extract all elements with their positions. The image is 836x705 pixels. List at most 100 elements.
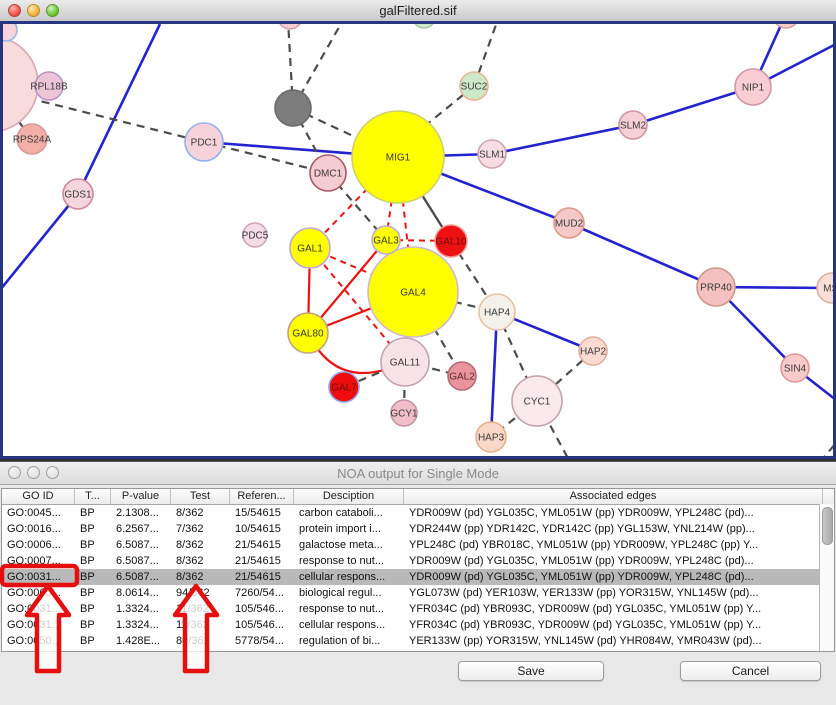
cell-p_value[interactable]: 6.2567... (111, 521, 171, 537)
cell-edges[interactable]: YDR009W (pd) YGL035C, YML051W (pp) YDR00… (404, 553, 823, 569)
node-circle-unlabeled[interactable] (278, 24, 302, 29)
cell-go_id[interactable]: GO:0045... (2, 505, 75, 521)
cell-test[interactable]: 8/362 (171, 553, 230, 569)
edge-blue[interactable] (492, 125, 633, 154)
cell-go_id[interactable]: GO:0065... (2, 585, 75, 601)
node-mud2[interactable]: MUD2 (554, 208, 584, 238)
network-canvas[interactable]: RPL18BRPS24AGDS1PDC1PDC5DMC1MIG1SUC2NIP1… (0, 21, 836, 459)
cell-go_id[interactable]: GO:0031... (2, 569, 75, 585)
node-circle-unlabeled[interactable] (275, 90, 311, 126)
table-row-5[interactable]: GO:0031...BP6.5087...8/36221/54615cellul… (2, 569, 823, 585)
node-prp40[interactable]: PRP40 (697, 268, 735, 306)
node-circle-unlabeled[interactable] (773, 24, 799, 28)
cell-edges[interactable]: YER133W (pp) YOR315W, YNL145W (pd) YHR08… (404, 633, 823, 649)
node-gal11[interactable]: GAL11 (381, 338, 429, 386)
column-header-test[interactable]: Test (171, 489, 230, 504)
node-gal80[interactable]: GAL80 (288, 313, 328, 353)
cell-edges[interactable]: YFR034C (pd) YBR093C, YDR009W (pd) YGL03… (404, 601, 823, 617)
edge-blue[interactable] (633, 87, 753, 125)
column-header-description[interactable]: Desciption (294, 489, 404, 504)
table-row-9[interactable]: GO:0050...BP1.428E...80/3625778/54...reg… (2, 633, 823, 649)
node-gal4[interactable]: GAL4 (368, 247, 458, 337)
cell-type[interactable]: BP (75, 505, 111, 521)
cell-test[interactable]: 11/362 (171, 601, 230, 617)
node-hap3[interactable]: HAP3 (476, 422, 506, 452)
cell-description[interactable]: carbon cataboli... (294, 505, 404, 521)
cell-reference[interactable]: 105/546... (230, 617, 294, 633)
table-row-8[interactable]: GO:0031...BP1.3324...11/362105/546...cel… (2, 617, 823, 633)
cell-test[interactable]: 7/362 (171, 521, 230, 537)
node-gal1[interactable]: GAL1 (290, 228, 330, 268)
cell-go_id[interactable]: GO:0006... (2, 537, 75, 553)
vertical-scrollbar[interactable] (819, 504, 834, 651)
table-row-7[interactable]: GO:0031...BP1.3324...11/362105/546...res… (2, 601, 823, 617)
node-dmc1[interactable]: DMC1 (310, 155, 346, 191)
table-row-3[interactable]: GO:0006...BP6.5087...8/36221/54615galact… (2, 537, 823, 553)
cell-reference[interactable]: 21/54615 (230, 537, 294, 553)
node-circle-unlabeled[interactable] (413, 24, 435, 28)
cancel-button[interactable]: Cancel (680, 661, 821, 681)
cell-reference[interactable]: 10/54615 (230, 521, 294, 537)
cell-edges[interactable]: YDR244W (pp) YDR142C, YDR142C (pp) YGL15… (404, 521, 823, 537)
cell-reference[interactable]: 5778/54... (230, 633, 294, 649)
node-unlabeled[interactable] (413, 24, 435, 28)
cell-edges[interactable]: YGL073W (pd) YER103W, YER133W (pp) YOR31… (404, 585, 823, 601)
node-unlabeled[interactable] (773, 24, 799, 28)
cell-p_value[interactable]: 8.0614... (111, 585, 171, 601)
scrollbar-thumb[interactable] (822, 507, 833, 545)
cell-description[interactable]: biological regul... (294, 585, 404, 601)
cell-p_value[interactable]: 2.1308... (111, 505, 171, 521)
save-button[interactable]: Save (458, 661, 604, 681)
cell-test[interactable]: 94/362 (171, 585, 230, 601)
edge-blue[interactable] (78, 24, 160, 194)
cell-test[interactable]: 8/362 (171, 537, 230, 553)
cell-go_id[interactable]: GO:0031... (2, 601, 75, 617)
node-slm2[interactable]: SLM2 (619, 111, 647, 139)
node-gal3[interactable]: GAL3 (372, 226, 400, 254)
cell-type[interactable]: BP (75, 601, 111, 617)
cell-edges[interactable]: YPL248C (pd) YBR018C, YML051W (pp) YDR00… (404, 537, 823, 553)
cell-p_value[interactable]: 1.3324... (111, 617, 171, 633)
node-sin4[interactable]: SIN4 (781, 354, 809, 382)
node-mig1[interactable]: MIG1 (352, 111, 444, 203)
node-pdc5[interactable]: PDC5 (242, 223, 269, 247)
node-unlabeled[interactable] (3, 24, 17, 41)
node-gal7[interactable]: GAL7 (329, 372, 359, 402)
cell-type[interactable]: BP (75, 553, 111, 569)
cell-type[interactable]: BP (75, 521, 111, 537)
cell-type[interactable]: BP (75, 569, 111, 585)
node-msi[interactable]: MSI (817, 273, 833, 303)
node-slm1[interactable]: SLM1 (478, 140, 506, 168)
cell-description[interactable]: response to nut... (294, 601, 404, 617)
cell-type[interactable]: BP (75, 585, 111, 601)
cell-p_value[interactable]: 6.5087... (111, 553, 171, 569)
cell-p_value[interactable]: 6.5087... (111, 569, 171, 585)
cell-test[interactable]: 80/362 (171, 633, 230, 649)
cell-reference[interactable]: 7260/54... (230, 585, 294, 601)
cell-p_value[interactable]: 1.3324... (111, 601, 171, 617)
cell-test[interactable]: 8/362 (171, 505, 230, 521)
node-hap4[interactable]: HAP4 (479, 294, 515, 330)
cell-description[interactable]: response to nut... (294, 553, 404, 569)
cell-test[interactable]: 11/362 (171, 617, 230, 633)
column-header-go_id[interactable]: GO ID (2, 489, 75, 504)
network-window-titlebar[interactable]: galFiltered.sif (0, 0, 836, 22)
cell-edges[interactable]: YDR009W (pd) YGL035C, YML051W (pp) YDR00… (404, 505, 823, 521)
edge-blue[interactable] (569, 223, 716, 287)
cell-type[interactable]: BP (75, 617, 111, 633)
edge-gray-dash[interactable] (820, 443, 833, 459)
node-gal10[interactable]: GAL10 (435, 225, 467, 257)
cell-go_id[interactable]: GO:0031... (2, 617, 75, 633)
cell-p_value[interactable]: 6.5087... (111, 537, 171, 553)
node-gds1[interactable]: GDS1 (63, 179, 93, 209)
cell-edges[interactable]: YDR009W (pd) YGL035C, YML051W (pp) YDR00… (404, 569, 823, 585)
cell-description[interactable]: galactose meta... (294, 537, 404, 553)
cell-description[interactable]: protein import i... (294, 521, 404, 537)
node-rps24a[interactable]: RPS24A (13, 124, 52, 154)
column-header-edges[interactable]: Associated edges (404, 489, 823, 504)
column-header-p_value[interactable]: P-value (111, 489, 171, 504)
node-circle-unlabeled[interactable] (3, 24, 17, 41)
cell-description[interactable]: cellular respons... (294, 569, 404, 585)
edge-gray-dash[interactable] (28, 98, 204, 142)
node-gal2[interactable]: GAL2 (448, 362, 476, 390)
